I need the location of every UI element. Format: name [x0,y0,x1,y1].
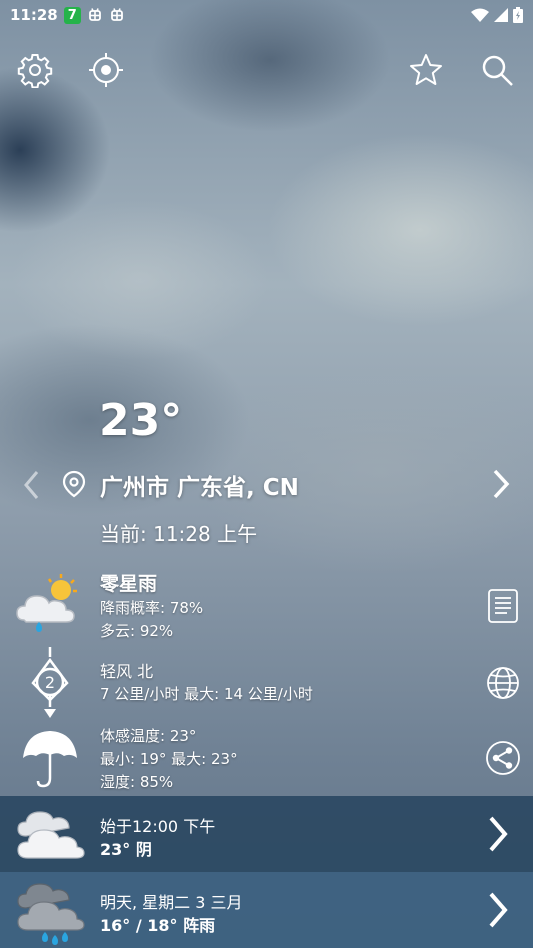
bug-icon [88,8,101,21]
rain-cloud-icon [17,883,85,945]
current-time-label: 当前: 11:28 上午 [100,522,258,546]
forecast-today-summary: 23° 阴 [100,840,152,859]
feels-like: 体感温度: 23° [100,727,197,745]
forecast-row-tomorrow[interactable]: 明天, 星期二 3 三月 16° / 18° 阵雨 [0,872,533,948]
wind-level-label: 2 [45,673,55,692]
locate-icon[interactable] [88,52,124,88]
status-time: 11:28 [10,6,58,24]
cloud-cover: 多云: 92% [100,622,174,640]
forecast-row-today[interactable]: 始于12:00 下午 23° 阴 [0,796,533,872]
prev-location-chevron-icon[interactable] [22,470,42,500]
next-location-chevron-icon[interactable] [490,469,512,499]
location-pin-icon [62,470,86,498]
current-temperature: 23° [99,395,183,446]
globe-icon[interactable] [485,665,521,701]
forecast-tomorrow-date: 明天, 星期二 3 三月 [100,893,243,912]
details-list-icon[interactable] [485,588,521,624]
status-bar: 11:28 7 [0,0,533,30]
settings-icon[interactable] [17,52,53,88]
chevron-right-icon[interactable] [483,890,513,930]
wind-block: 轻风 北 7 公里/小时 最大: 14 公里/小时 [100,660,313,706]
app-badge: 7 [63,6,81,24]
cloudy-icon [17,811,85,859]
forecast-today-time: 始于12:00 下午 [100,817,216,836]
conditions-block: 零星雨 降雨概率: 78% 多云: 92% [100,572,203,643]
precip-chance: 降雨概率: 78% [100,599,204,617]
chevron-right-icon[interactable] [483,814,513,854]
conditions-summary: 零星雨 [100,573,158,595]
partly-cloudy-rain-icon [16,574,77,632]
signal-icon [494,8,508,22]
location-name[interactable]: 广州市 广东省, CN [100,468,299,502]
min-max-temp: 最小: 19° 最大: 23° [100,750,238,768]
umbrella-icon [23,731,77,788]
wifi-icon [471,8,489,22]
wind-label: 轻风 北 [100,662,154,681]
forecast-tomorrow-summary: 16° / 18° 阵雨 [100,916,216,935]
bug-icon [110,8,123,21]
share-icon[interactable] [485,740,521,776]
humidity: 湿度: 85% [100,773,174,791]
favorite-star-icon[interactable] [408,52,444,88]
feels-like-block: 体感温度: 23° 最小: 19° 最大: 23° 湿度: 85% [100,725,238,794]
location-row: 广州市 广东省, CN [0,462,533,506]
wind-speeds: 7 公里/小时 最大: 14 公里/小时 [100,685,313,703]
search-icon[interactable] [479,52,515,88]
wind-compass-icon: 2 [31,647,69,718]
battery-icon [513,7,523,23]
